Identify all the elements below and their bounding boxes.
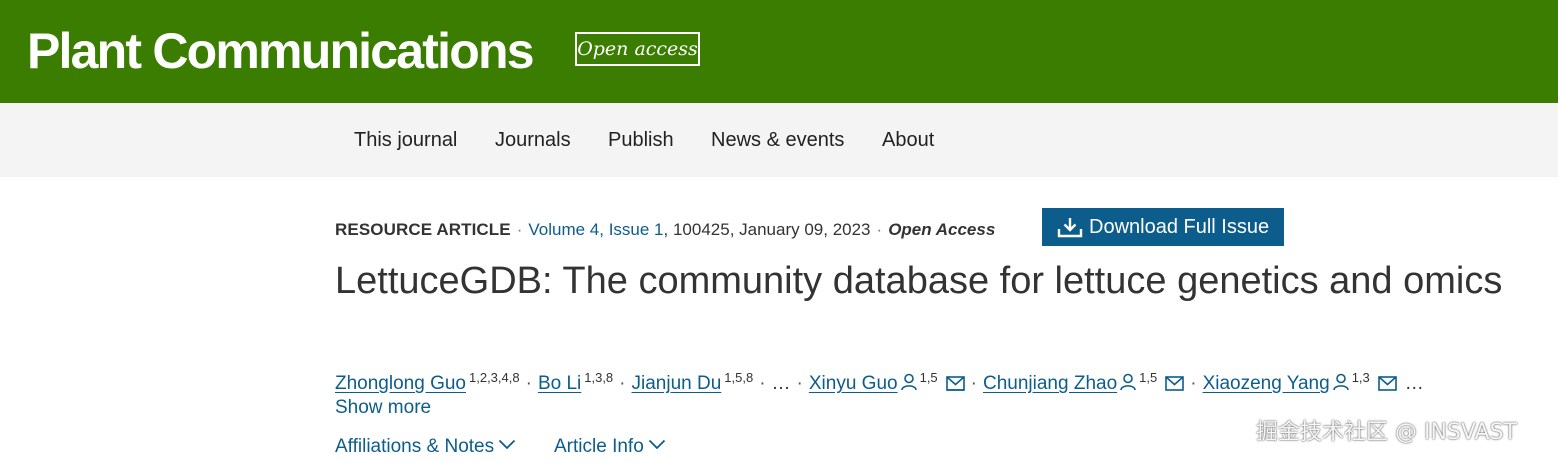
citation-text: , 100425, January 09, 2023: [663, 220, 871, 239]
author-link[interactable]: Bo Li: [538, 373, 581, 394]
author-affiliation: 1,5,8: [724, 370, 754, 385]
article-meta: RESOURCE ARTICLE · Volume 4, Issue 1, 1004…: [335, 218, 995, 242]
nav-news-events[interactable]: News & events: [711, 127, 844, 153]
author-affiliation: 1,3: [1351, 370, 1370, 385]
author-link[interactable]: Chunjiang Zhao: [983, 373, 1117, 394]
author-affiliation: 1,5: [919, 370, 938, 385]
author-separator: ·: [970, 373, 977, 394]
author-list: Zhonglong Guo 1,2,3,4,8 · Bo Li 1,3,8 · Jianju…: [335, 364, 1424, 398]
affiliations-toggle[interactable]: Affiliations & Notes: [335, 434, 516, 460]
chevron-down-icon: [498, 439, 516, 450]
author-separator: ·: [796, 373, 803, 394]
journal-logo[interactable]: Plant Communications: [27, 22, 535, 80]
download-icon: [1057, 218, 1083, 238]
author-link[interactable]: Xiaozeng Yang: [1203, 373, 1330, 394]
author-separator: ·: [525, 373, 532, 394]
author-separator: ·: [1190, 373, 1197, 394]
author-link[interactable]: Jianjun Du: [632, 373, 722, 394]
article-type: RESOURCE ARTICLE: [335, 220, 511, 239]
author-separator: ·: [759, 373, 766, 394]
download-full-issue-button[interactable]: Download Full Issue: [1042, 208, 1284, 246]
meta-separator: ·: [876, 220, 883, 239]
author-separator: ·: [619, 373, 626, 394]
affiliations-toggle-label: Affiliations & Notes: [335, 436, 495, 457]
article-info-toggle[interactable]: Article Info: [554, 434, 666, 460]
main-nav: This journal Journals Publish News & eve…: [0, 103, 1558, 177]
author-link[interactable]: Zhonglong Guo: [335, 373, 466, 394]
authors-ellipsis[interactable]: …: [1405, 373, 1424, 394]
author-affiliation: 1,3,8: [584, 370, 614, 385]
person-icon: [1120, 373, 1136, 391]
author-affiliation: 1,5: [1139, 370, 1158, 385]
author-link[interactable]: Xinyu Guo: [809, 373, 898, 394]
nav-about[interactable]: About: [882, 127, 934, 153]
authors-ellipsis[interactable]: …: [772, 373, 791, 394]
nav-publish[interactable]: Publish: [608, 127, 674, 153]
article-info-toggle-label: Article Info: [554, 436, 644, 457]
download-button-label: Download Full Issue: [1089, 216, 1270, 238]
mail-icon[interactable]: [1165, 376, 1185, 391]
person-icon: [900, 373, 917, 391]
open-access-badge: Open access: [575, 32, 700, 66]
author-affiliation: 1,2,3,4,8: [469, 370, 520, 385]
article-title: LettuceGDB: The community database for l…: [335, 260, 1503, 302]
meta-separator: ·: [516, 220, 523, 239]
issue-link[interactable]: Volume 4, Issue 1: [528, 220, 663, 239]
nav-this-journal[interactable]: This journal: [354, 127, 457, 153]
nav-journals[interactable]: Journals: [495, 127, 571, 153]
chevron-down-icon: [648, 439, 665, 450]
watermark: 掘金技术社区 @ INSVAST: [1256, 420, 1517, 445]
person-icon: [1332, 373, 1349, 391]
open-access-label: Open Access: [888, 220, 996, 239]
mail-icon[interactable]: [945, 376, 965, 391]
show-more-link[interactable]: Show more: [335, 395, 431, 421]
mail-icon[interactable]: [1377, 376, 1397, 391]
site-header: Plant Communications Open access: [0, 0, 1558, 103]
